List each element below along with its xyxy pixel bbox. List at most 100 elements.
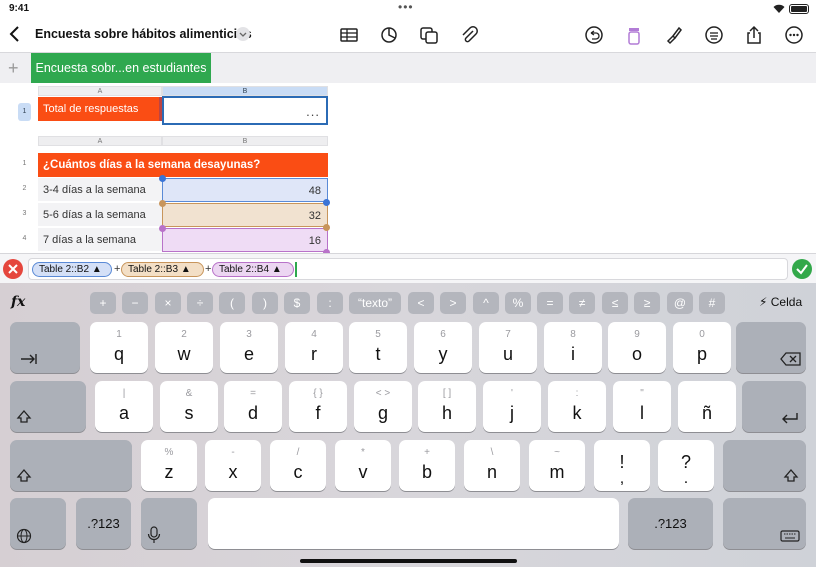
b3-range-handle-bottom[interactable] <box>323 224 330 231</box>
chart-icon[interactable] <box>378 24 400 46</box>
formula-shortcut-key[interactable]: ÷ <box>187 292 213 314</box>
key-o[interactable]: 9o <box>608 322 666 373</box>
table2-row-header-3[interactable]: 3 <box>18 210 31 217</box>
key-n[interactable]: \ n <box>464 440 520 491</box>
formula-input[interactable]: Table 2::B2 ▲ + Table 2::B3 ▲ + Table 2:… <box>28 258 788 280</box>
table1-row-header-1[interactable]: 1 <box>18 103 31 121</box>
formula-shortcut-key[interactable]: $ <box>284 292 310 314</box>
globe-key[interactable] <box>10 498 66 549</box>
key-a[interactable]: | a <box>95 381 153 432</box>
key-x[interactable]: -x <box>205 440 261 491</box>
key-r[interactable]: 4r <box>285 322 343 373</box>
undo-icon[interactable] <box>583 24 605 46</box>
b2-range-handle-bottom[interactable] <box>323 199 330 206</box>
table-icon[interactable] <box>338 24 360 46</box>
key-i[interactable]: 8i <box>544 322 602 373</box>
formula-shortcut-key[interactable]: × <box>155 292 181 314</box>
key-b[interactable]: + b <box>399 440 455 491</box>
formula-shortcut-key[interactable]: ≤ <box>602 292 628 314</box>
formula-shortcut-key[interactable]: < <box>408 292 434 314</box>
back-chevron-icon[interactable] <box>6 24 24 44</box>
formula-shortcut-key[interactable]: ≥ <box>634 292 660 314</box>
formula-token-b3[interactable]: Table 2::B3 ▲ <box>121 262 204 277</box>
table2-header-cell[interactable]: ¿Cuántos días a la semana desayunas? <box>38 153 328 177</box>
key-k[interactable]: :k <box>548 381 606 432</box>
chevron-down-icon[interactable] <box>236 27 250 41</box>
formula-shortcut-key[interactable]: > <box>440 292 466 314</box>
key-g[interactable]: < > g <box>354 381 412 432</box>
b4-range-handle-top[interactable] <box>159 225 166 232</box>
formula-shortcut-key[interactable]: ^ <box>473 292 499 314</box>
spreadsheet-canvas[interactable]: A B 1 Total de respuestas ... A B 1 ¿Cuá… <box>0 83 816 253</box>
key-y[interactable]: 6y <box>414 322 472 373</box>
function-browser-icon[interactable]: fx <box>11 294 25 310</box>
add-sheet-icon[interactable]: + <box>8 58 19 79</box>
hide-keyboard-key[interactable] <box>723 498 806 549</box>
key-q[interactable]: 1q <box>90 322 148 373</box>
b2-range-handle-top[interactable] <box>159 175 166 182</box>
format-brush-icon[interactable] <box>623 24 645 46</box>
comment-icon[interactable] <box>703 24 725 46</box>
shapes-icon[interactable] <box>418 24 440 46</box>
numbers-key-right[interactable]: .?123 <box>628 498 713 549</box>
formula-shortcut-key[interactable]: ( <box>219 292 245 314</box>
delete-key[interactable] <box>736 322 806 373</box>
b3-range-handle-top[interactable] <box>159 200 166 207</box>
key-c[interactable]: / c <box>270 440 326 491</box>
key-s[interactable]: & s <box>160 381 218 432</box>
formula-token-b2[interactable]: Table 2::B2 ▲ <box>32 262 112 277</box>
shift-right-key[interactable] <box>723 440 806 491</box>
table2-value-cell-b2[interactable]: 48 <box>162 178 328 202</box>
table1-col-header-b[interactable]: B <box>162 86 328 96</box>
shift-left-key[interactable] <box>10 440 132 491</box>
formula-shortcut-key[interactable]: # <box>699 292 725 314</box>
key-ñ[interactable]: ñ <box>678 381 736 432</box>
key-exclaim[interactable]: !, <box>594 440 650 491</box>
table2-row-header-1[interactable]: 1 <box>18 160 31 167</box>
key-d[interactable]: = d <box>224 381 282 432</box>
shift-lock-key[interactable] <box>10 381 86 432</box>
share-icon[interactable] <box>743 24 765 46</box>
key-p[interactable]: 0p <box>673 322 731 373</box>
total-responses-cell[interactable]: ... <box>162 96 328 125</box>
dictation-mic-key[interactable] <box>141 498 197 549</box>
table2-col-header-b[interactable]: B <box>162 136 328 146</box>
more-options-icon[interactable] <box>783 24 805 46</box>
numbers-key-left[interactable]: .?123 <box>76 498 131 549</box>
return-key[interactable] <box>742 381 806 432</box>
key-t[interactable]: 5t <box>349 322 407 373</box>
key-j[interactable]: ' j <box>483 381 541 432</box>
key-question[interactable]: ?. <box>658 440 714 491</box>
cancel-formula-button[interactable] <box>3 259 23 279</box>
formula-token-b4[interactable]: Table 2::B4 ▲ <box>212 262 294 277</box>
total-responses-label[interactable]: Total de respuestas <box>38 97 162 121</box>
key-f[interactable]: { } f <box>289 381 347 432</box>
paintbrush-icon[interactable] <box>663 24 685 46</box>
formula-shortcut-key[interactable]: “texto” <box>349 292 401 314</box>
formula-shortcut-key[interactable]: : <box>317 292 343 314</box>
tab-key[interactable] <box>10 322 80 373</box>
formula-shortcut-key[interactable]: % <box>505 292 531 314</box>
multitasking-dots-icon[interactable]: ••• <box>398 0 414 14</box>
table2-row-header-4[interactable]: 4 <box>18 235 31 242</box>
sheet-tab-active[interactable]: Encuesta sobr...en estudiantes <box>31 53 211 84</box>
formula-shortcut-key[interactable]: = <box>537 292 563 314</box>
table2-row-header-2[interactable]: 2 <box>18 185 31 192</box>
formula-shortcut-key[interactable]: − <box>122 292 148 314</box>
formula-shortcut-key[interactable]: @ <box>667 292 693 314</box>
key-v[interactable]: * v <box>335 440 391 491</box>
key-h[interactable]: [ ] h <box>418 381 476 432</box>
celda-button[interactable]: ⚡ Celda <box>759 295 802 309</box>
table2-label-cell[interactable]: 5-6 días a la semana <box>38 203 162 227</box>
key-e[interactable]: 3e <box>220 322 278 373</box>
table2-value-cell-b3[interactable]: 32 <box>162 203 328 227</box>
key-w[interactable]: 2w <box>155 322 213 373</box>
key-z[interactable]: % z <box>141 440 197 491</box>
key-u[interactable]: 7u <box>479 322 537 373</box>
formula-shortcut-key[interactable]: + <box>90 292 116 314</box>
accept-formula-button[interactable] <box>792 259 812 279</box>
formula-shortcut-key[interactable]: ) <box>252 292 278 314</box>
table2-label-cell[interactable]: 3-4 días a la semana <box>38 178 162 202</box>
table1-col-header-a[interactable]: A <box>38 86 162 96</box>
table2-col-header-a[interactable]: A <box>38 136 162 146</box>
